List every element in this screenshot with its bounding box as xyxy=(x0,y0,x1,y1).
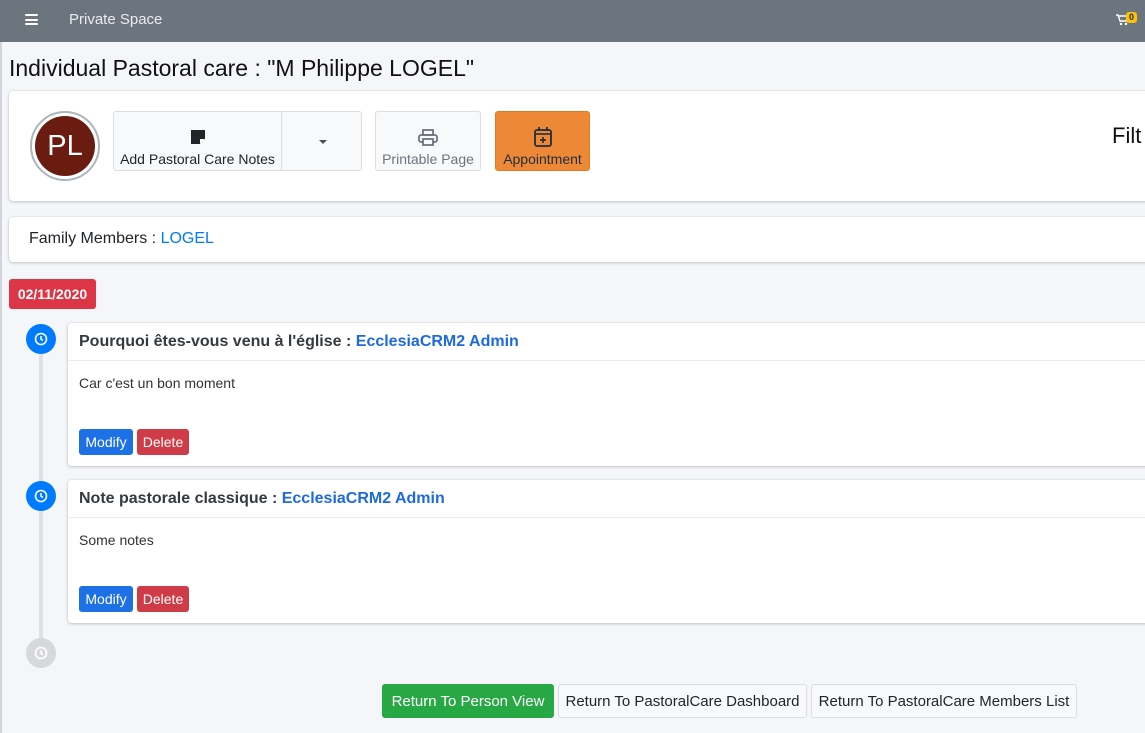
printer-icon xyxy=(418,129,438,146)
timeline-note-item: Pourquoi êtes-vous venu à l'église : Ecc… xyxy=(68,323,1145,466)
timeline-note-item: Note pastorale classique : EcclesiaCRM2 … xyxy=(68,480,1145,623)
add-pastoral-care-notes-button[interactable]: Add Pastoral Care Notes xyxy=(113,111,282,171)
timeline-clock-icon xyxy=(26,324,56,354)
note-author-link[interactable]: EcclesiaCRM2 Admin xyxy=(282,490,445,507)
appointment-label: Appointment xyxy=(503,151,582,167)
printable-page-label: Printable Page xyxy=(382,151,474,167)
hamburger-menu-icon[interactable] xyxy=(25,14,38,25)
clock-icon xyxy=(34,646,48,660)
timeline-date-badge: 02/11/2020 xyxy=(9,279,96,309)
modify-button[interactable]: Modify xyxy=(79,429,133,455)
avatar-initials: PL xyxy=(35,116,95,176)
add-notes-dropdown-toggle[interactable] xyxy=(281,111,362,171)
note-separator: : xyxy=(267,490,282,507)
note-author-link[interactable]: EcclesiaCRM2 Admin xyxy=(356,333,519,350)
clock-icon xyxy=(34,332,48,346)
page-title: Individual Pastoral care : "M Philippe L… xyxy=(9,55,475,81)
family-members-link[interactable]: LOGEL xyxy=(161,230,214,247)
timeline-clock-icon xyxy=(26,481,56,511)
note-separator: : xyxy=(341,333,356,350)
calendar-plus-icon xyxy=(533,127,552,147)
appointment-button[interactable]: Appointment xyxy=(495,111,590,171)
filter-label: Filt xyxy=(1112,123,1142,148)
delete-button[interactable]: Delete xyxy=(137,429,189,455)
clock-icon xyxy=(34,489,48,503)
modify-button[interactable]: Modify xyxy=(79,586,133,612)
avatar: PL xyxy=(30,111,100,181)
note-header: Note pastorale classique : EcclesiaCRM2 … xyxy=(68,480,1145,518)
brand-title[interactable]: Private Space xyxy=(69,11,162,28)
family-members-label: Family Members : xyxy=(29,230,161,247)
caret-down-icon xyxy=(319,140,327,144)
add-notes-label: Add Pastoral Care Notes xyxy=(120,151,275,167)
return-to-dashboard-button[interactable]: Return To PastoralCare Dashboard xyxy=(558,684,807,718)
return-to-person-view-button[interactable]: Return To Person View xyxy=(382,684,554,718)
note-header: Pourquoi êtes-vous venu à l'église : Ecc… xyxy=(68,323,1145,361)
sticky-note-icon xyxy=(190,130,205,144)
note-body: Some notes xyxy=(79,532,154,548)
sidebar-edge xyxy=(0,42,2,733)
note-body: Car c'est un bon moment xyxy=(79,375,235,391)
family-members-row: Family Members : LOGEL xyxy=(29,230,214,248)
printable-page-button[interactable]: Printable Page xyxy=(375,111,481,171)
timeline-end-clock-icon xyxy=(26,638,56,668)
note-title: Note pastorale classique xyxy=(79,490,268,507)
top-navbar: Private Space 0 xyxy=(0,0,1145,42)
cart-count-badge: 0 xyxy=(1126,12,1138,23)
note-title: Pourquoi êtes-vous venu à l'église xyxy=(79,333,342,350)
delete-button[interactable]: Delete xyxy=(137,586,189,612)
cart-button[interactable]: 0 xyxy=(1116,12,1144,28)
return-to-members-list-button[interactable]: Return To PastoralCare Members List xyxy=(811,684,1077,718)
